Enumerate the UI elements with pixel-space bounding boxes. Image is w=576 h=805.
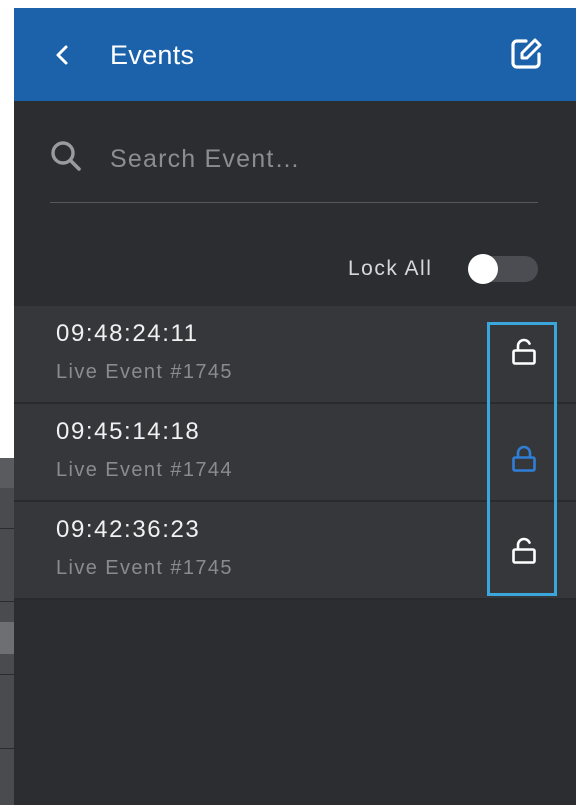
page-title: Events [110, 40, 195, 70]
event-lock-toggle[interactable] [494, 526, 554, 576]
background-segment [0, 622, 14, 654]
edit-button[interactable] [508, 36, 544, 72]
search-icon [51, 141, 81, 171]
background-divider [0, 601, 14, 602]
event-lock-toggle[interactable] [494, 434, 554, 484]
lock-all-toggle[interactable] [468, 254, 538, 284]
toggle-knob [468, 254, 498, 284]
back-button[interactable] [52, 40, 72, 70]
event-time: 09:45:14:18 [56, 418, 201, 445]
background-divider [0, 748, 14, 749]
event-row[interactable]: 09:42:36:23 Live Event #1745 [14, 502, 576, 600]
edit-icon [511, 38, 542, 69]
background-divider [0, 674, 14, 675]
background-segment [0, 458, 14, 488]
background-app-fragment [0, 458, 14, 805]
chevron-left-icon [56, 45, 68, 65]
event-lock-toggle[interactable] [494, 327, 554, 377]
panel-header: Events [14, 8, 576, 101]
event-name: Live Event #1745 [56, 361, 233, 383]
events-panel: Events Lock All 09:48:24:11 Live Event #… [14, 8, 576, 805]
background-divider [0, 528, 14, 529]
unlock-icon [512, 338, 536, 365]
unlock-icon [512, 537, 536, 564]
event-row[interactable]: 09:48:24:11 Live Event #1745 [14, 306, 576, 404]
lock-icon [512, 445, 536, 472]
event-time: 09:42:36:23 [56, 516, 201, 543]
search-input[interactable] [108, 142, 532, 176]
event-list: 09:48:24:11 Live Event #1745 09:45:14:18… [14, 306, 576, 600]
event-time: 09:48:24:11 [56, 320, 199, 347]
lock-all-label: Lock All [348, 257, 433, 280]
event-row[interactable]: 09:45:14:18 Live Event #1744 [14, 404, 576, 502]
search-bar [50, 128, 538, 203]
event-name: Live Event #1745 [56, 557, 233, 579]
event-name: Live Event #1744 [56, 459, 233, 481]
